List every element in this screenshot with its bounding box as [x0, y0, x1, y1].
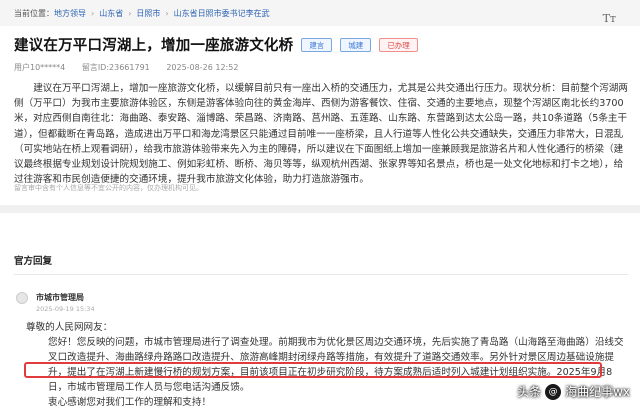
- breadcrumb-item-city[interactable]: 日照市: [136, 8, 160, 19]
- breadcrumb: 当前位置： 地方领导 › 山东省 › 日照市 › 山东省日照市委书记李在武: [0, 0, 640, 26]
- department-avatar: [16, 292, 28, 304]
- reply-date: 2025-09-19 15:34: [36, 305, 95, 313]
- breadcrumb-item-local-leaders[interactable]: 地方领导: [54, 8, 86, 19]
- breadcrumb-separator: ›: [165, 8, 169, 18]
- tag-urban-construction[interactable]: 城建: [340, 37, 372, 52]
- watermark: 头条 @ 海曲纪事wx: [517, 383, 630, 400]
- breadcrumb-current-label: 当前位置：: [14, 8, 54, 18]
- post-body-text: 建议在万平口泻湖上，增加一座旅游文化桥，以缓解目前只有一座出入桥的交通压力，尤其…: [14, 83, 628, 186]
- post-user: 用户10*****4: [14, 63, 66, 72]
- reply-greeting: 尊敬的人民网网友：: [26, 322, 113, 333]
- post-time: 2025-08-26 12:52: [166, 63, 239, 72]
- breadcrumb-separator: ›: [91, 8, 95, 18]
- post-body: 建议在万平口泻湖上，增加一座旅游文化桥，以缓解目前只有一座出入桥的交通压力，尤其…: [14, 81, 628, 187]
- breadcrumb-item-province[interactable]: 山东省: [99, 8, 123, 19]
- highlight-annotation: [24, 362, 602, 378]
- reply-divider: [14, 274, 628, 275]
- reply-department: 市城市管理局: [36, 293, 84, 302]
- post-title-row: 建议在万平口泻湖上，增加一座旅游文化桥 建言 城建 已办理: [14, 34, 418, 55]
- breadcrumb-separator: ›: [128, 8, 132, 18]
- official-reply-header: 官方回复: [14, 256, 53, 267]
- watermark-logo-icon: @: [545, 383, 562, 400]
- breadcrumb-item-secretary[interactable]: 山东省日照市委书记李在武: [174, 8, 270, 19]
- post-id: 留言ID:23661791: [81, 63, 150, 72]
- post-title: 建议在万平口泻湖上，增加一座旅游文化桥: [14, 38, 294, 54]
- watermark-prefix: 头条: [517, 385, 542, 399]
- section-divider: [0, 205, 640, 213]
- font-size-icon[interactable]: Tт: [603, 12, 616, 25]
- tag-suggestion[interactable]: 建言: [301, 37, 333, 52]
- status-badge: 已办理: [379, 37, 418, 52]
- privacy-note: 留言审中含有个人信息等不宜公开的内容，仅办理机构可见。: [14, 184, 203, 192]
- watermark-name: 海曲纪事wx: [565, 385, 630, 399]
- post-meta: 用户10*****4 留言ID:23661791 2025-08-26 12:5…: [14, 62, 252, 73]
